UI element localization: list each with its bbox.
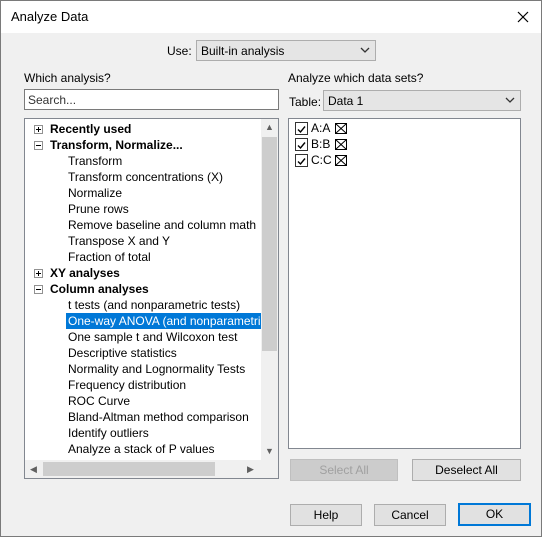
tree-category[interactable]: Recently used [50,121,131,137]
tree-item[interactable]: One sample t and Wilcoxon test [68,329,237,345]
horizontal-scrollbar[interactable]: ◀ ▶ [25,460,261,478]
tree-item[interactable]: Transform [68,153,122,169]
tree-item[interactable]: t tests (and nonparametric tests) [68,297,240,313]
scroll-right-icon[interactable]: ▶ [247,464,254,475]
search-input[interactable] [25,90,271,109]
tree-category[interactable]: Column analyses [50,281,149,297]
use-select[interactable]: Built-in analysis [196,40,376,61]
help-button[interactable]: Help [290,504,362,526]
dataset-item-label: A:A [311,121,331,135]
tree-item[interactable]: Bland-Altman method comparison [68,409,249,425]
tree-item[interactable]: Remove baseline and column math [68,217,256,233]
vertical-scroll-thumb[interactable] [262,137,277,351]
scroll-left-icon[interactable]: ◀ [30,464,37,475]
dataset-checkbox[interactable] [295,154,308,167]
table-glyph-icon [335,123,347,134]
close-icon [517,11,529,23]
tree-item[interactable]: One-way ANOVA (and nonparametric or [66,313,264,329]
tree-item[interactable]: Normalize [68,185,122,201]
title-bar: Analyze Data [1,1,541,33]
select-all-button[interactable]: Select All [290,459,398,481]
tree-item[interactable]: Fraction of total [68,249,151,265]
check-icon [297,126,306,134]
analysis-tree[interactable]: Recently used Transform, Normalize... Tran… [24,118,279,479]
close-button[interactable] [511,5,535,29]
expand-icon[interactable] [34,125,43,134]
chevron-down-icon [360,47,370,53]
expand-icon[interactable] [34,269,43,278]
collapse-icon[interactable] [34,285,43,294]
table-label: Table: [289,95,322,109]
collapse-icon[interactable] [34,141,43,150]
table-glyph-icon [335,139,347,150]
tree-item[interactable]: Identify outliers [68,425,149,441]
table-select[interactable]: Data 1 [323,90,521,111]
cancel-button[interactable]: Cancel [374,504,446,526]
check-icon [297,142,306,150]
tree-item[interactable]: Normality and Lognormality Tests [68,361,245,377]
dataset-checkbox[interactable] [295,122,308,135]
dataset-item-label: C:C [311,153,332,167]
scroll-down-icon[interactable]: ▼ [265,446,274,456]
analyze-data-dialog: Analyze Data Use: Built-in analysis Whic… [0,0,542,537]
which-analysis-label: Which analysis? [24,71,111,85]
tree-category[interactable]: Transform, Normalize... [50,137,183,153]
search-box[interactable] [24,89,279,110]
tree-item[interactable]: Analyze a stack of P values [68,441,215,457]
tree-item[interactable]: ROC Curve [68,393,130,409]
datasets-label: Analyze which data sets? [288,71,424,85]
tree-item[interactable]: Frequency distribution [68,377,186,393]
table-glyph-icon [335,155,347,166]
scroll-up-icon[interactable]: ▲ [265,122,274,132]
window-title: Analyze Data [11,9,89,24]
use-label: Use: [167,44,192,58]
tree-item[interactable]: Prune rows [68,201,129,217]
dataset-list: A:A B:B C:C [288,118,521,449]
dataset-checkbox[interactable] [295,138,308,151]
dataset-item-label: B:B [311,137,331,151]
vertical-scrollbar[interactable]: ▲ ▼ [261,119,278,460]
tree-category[interactable]: XY analyses [50,265,120,281]
horizontal-scroll-thumb[interactable] [43,462,215,476]
tree-item[interactable]: Transform concentrations (X) [68,169,223,185]
tree-item[interactable]: Transpose X and Y [68,233,170,249]
use-select-value: Built-in analysis [201,44,285,58]
check-icon [297,158,306,166]
tree-item[interactable]: Descriptive statistics [68,345,177,361]
ok-button[interactable]: OK [458,503,531,526]
deselect-all-button[interactable]: Deselect All [412,459,521,481]
scrollbar-corner [261,460,278,478]
table-select-value: Data 1 [328,94,364,108]
chevron-down-icon [505,97,515,103]
